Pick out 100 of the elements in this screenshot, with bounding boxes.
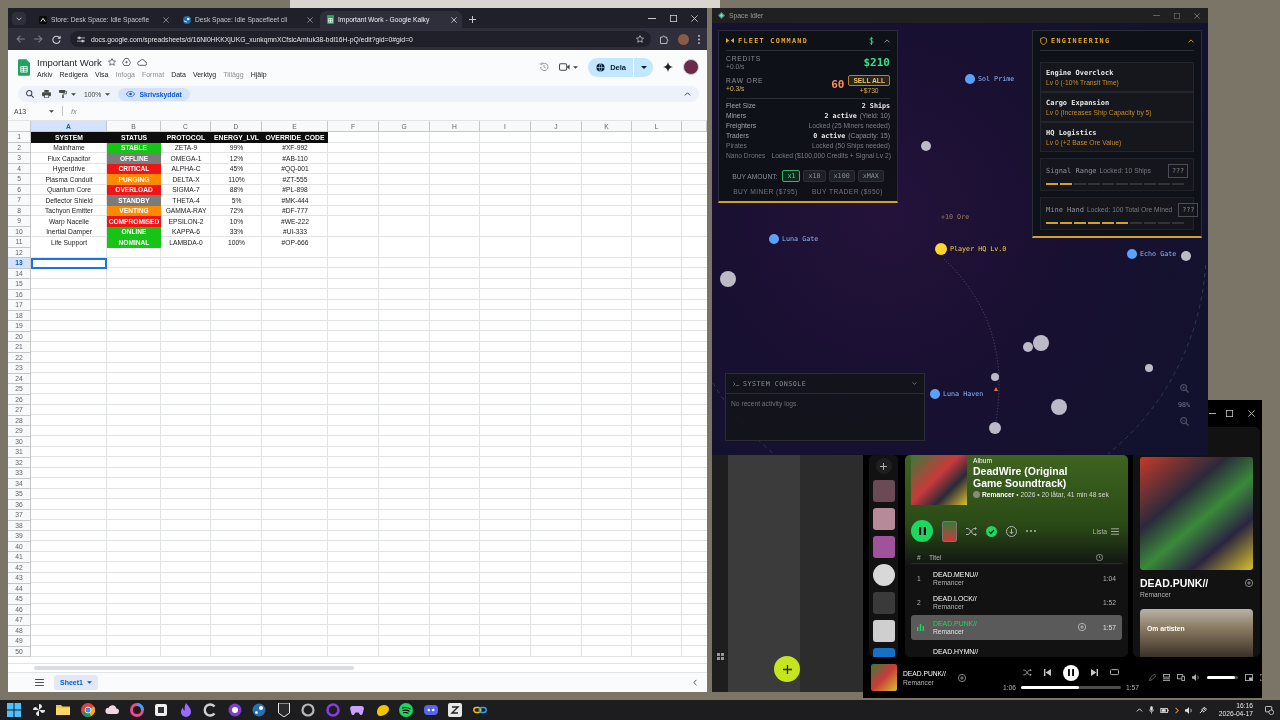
- video-call-button[interactable]: [559, 63, 579, 71]
- asteroid[interactable]: [1033, 335, 1049, 351]
- star-icon[interactable]: [107, 58, 116, 66]
- repeat-icon[interactable]: [1110, 669, 1120, 676]
- terminal-icon: [733, 381, 739, 386]
- forward-icon[interactable]: [34, 35, 43, 43]
- ring-icon[interactable]: [301, 703, 315, 717]
- shuffle-icon[interactable]: [966, 526, 977, 536]
- letter-tile-icon[interactable]: [448, 703, 462, 717]
- start-icon[interactable]: [7, 703, 21, 717]
- paint-format-button[interactable]: [59, 90, 76, 98]
- puzzle-icon[interactable]: [660, 34, 669, 44]
- document-title[interactable]: Important Work: [37, 56, 102, 68]
- triangle-marker-icon[interactable]: [994, 387, 998, 391]
- reload-icon[interactable]: [52, 34, 61, 44]
- asteroid[interactable]: [1181, 251, 1191, 261]
- battery-icon[interactable]: [1159, 707, 1169, 713]
- paint-roller-icon: [59, 90, 67, 98]
- chevron-down-icon[interactable]: [912, 382, 917, 385]
- asteroid[interactable]: [720, 271, 736, 287]
- close-icon[interactable]: [691, 14, 698, 22]
- mini-player-icon[interactable]: [1245, 674, 1254, 681]
- sparkle-icon[interactable]: [663, 62, 673, 72]
- close-icon[interactable]: [163, 16, 169, 23]
- speaker-icon[interactable]: [1184, 706, 1193, 714]
- asteroid[interactable]: [1051, 399, 1067, 415]
- fan-icon[interactable]: [31, 703, 46, 717]
- plug-icon[interactable]: [1198, 706, 1207, 714]
- notification-icon[interactable]: [1265, 705, 1274, 715]
- chevron-up-icon[interactable]: [1188, 38, 1194, 43]
- scrollbar-thumb[interactable]: [34, 666, 354, 670]
- list-icon[interactable]: [35, 679, 44, 686]
- asteroid[interactable]: [989, 422, 1001, 434]
- planet-icon[interactable]: [769, 234, 779, 244]
- asteroid[interactable]: [991, 373, 999, 381]
- planet-icon[interactable]: [965, 74, 975, 84]
- add-circle-icon[interactable]: [957, 673, 966, 682]
- playlist-cover-image[interactable]: [872, 564, 895, 586]
- square-icon[interactable]: [154, 703, 168, 717]
- site-info-icon[interactable]: [77, 35, 85, 43]
- cloud-icon[interactable]: [105, 703, 119, 717]
- dollar-icon[interactable]: [869, 36, 874, 45]
- crescent-icon[interactable]: [203, 703, 217, 717]
- play-button[interactable]: [911, 520, 933, 542]
- devices-icon[interactable]: [1177, 674, 1186, 681]
- chevron-down-icon: [16, 16, 22, 21]
- folder-icon[interactable]: [56, 703, 70, 717]
- play-pause-button[interactable]: [1063, 664, 1080, 681]
- close-icon[interactable]: [307, 16, 313, 23]
- print-icon[interactable]: [42, 90, 51, 98]
- close-icon[interactable]: [1248, 410, 1255, 417]
- ring-icon[interactable]: [129, 703, 144, 717]
- planet-icon[interactable]: [1127, 249, 1137, 259]
- previous-icon[interactable]: [1044, 669, 1052, 676]
- chat-app-icon[interactable]: [423, 703, 438, 717]
- selected-cell[interactable]: [31, 258, 107, 269]
- add-circle-icon[interactable]: [1245, 579, 1253, 587]
- hexagon-plus-icon[interactable]: [121, 58, 131, 66]
- asteroid[interactable]: [1023, 342, 1033, 352]
- grid-icon[interactable]: [716, 653, 724, 660]
- music-app-icon[interactable]: [399, 703, 413, 717]
- chevron-left-icon[interactable]: [693, 679, 697, 686]
- add-button[interactable]: [875, 458, 892, 474]
- maximize-icon[interactable]: [1226, 410, 1233, 417]
- asteroid[interactable]: [921, 141, 931, 151]
- clock-icon: [1096, 553, 1103, 561]
- blob-icon[interactable]: [374, 703, 389, 717]
- shield-icon[interactable]: [276, 703, 291, 717]
- asteroid[interactable]: [1145, 364, 1153, 372]
- progress-track[interactable]: [1021, 685, 1122, 689]
- browser-icon[interactable]: [80, 703, 95, 717]
- saved-icon[interactable]: [986, 525, 997, 537]
- account-avatar[interactable]: [683, 59, 699, 75]
- gamepad-icon[interactable]: [350, 703, 364, 717]
- chevron-up-icon[interactable]: [684, 92, 691, 96]
- planet-icon[interactable]: [930, 389, 940, 399]
- circle-logo-icon[interactable]: [227, 703, 242, 717]
- speaker-icon[interactable]: [1192, 674, 1201, 681]
- base-icon[interactable]: [935, 243, 947, 255]
- chevron-up-icon[interactable]: [884, 38, 890, 43]
- new-tab-icon[interactable]: [469, 16, 476, 23]
- playlist-cover-image[interactable]: [872, 508, 895, 530]
- flame-icon[interactable]: [178, 703, 193, 717]
- add-circle-icon[interactable]: [1078, 623, 1086, 632]
- add-button[interactable]: [774, 656, 800, 682]
- microphone-icon[interactable]: [1148, 706, 1154, 714]
- queue-icon[interactable]: [1163, 674, 1171, 681]
- download-icon[interactable]: [1006, 525, 1017, 537]
- next-icon[interactable]: [1091, 669, 1099, 676]
- back-icon[interactable]: [16, 35, 25, 43]
- dots-circle-icon[interactable]: [252, 703, 266, 717]
- chevron-right-icon[interactable]: [1174, 706, 1179, 714]
- tab-search-button[interactable]: [12, 12, 26, 25]
- spreadsheet-logo-icon[interactable]: [18, 58, 30, 76]
- playlist-cover-image[interactable]: [872, 620, 895, 642]
- minimize-icon[interactable]: [648, 17, 656, 19]
- album-cover-image[interactable]: [871, 664, 897, 691]
- album-thumbnail-image[interactable]: [942, 520, 957, 542]
- shuffle-icon[interactable]: [1023, 669, 1033, 676]
- search-icon[interactable]: [26, 90, 34, 98]
